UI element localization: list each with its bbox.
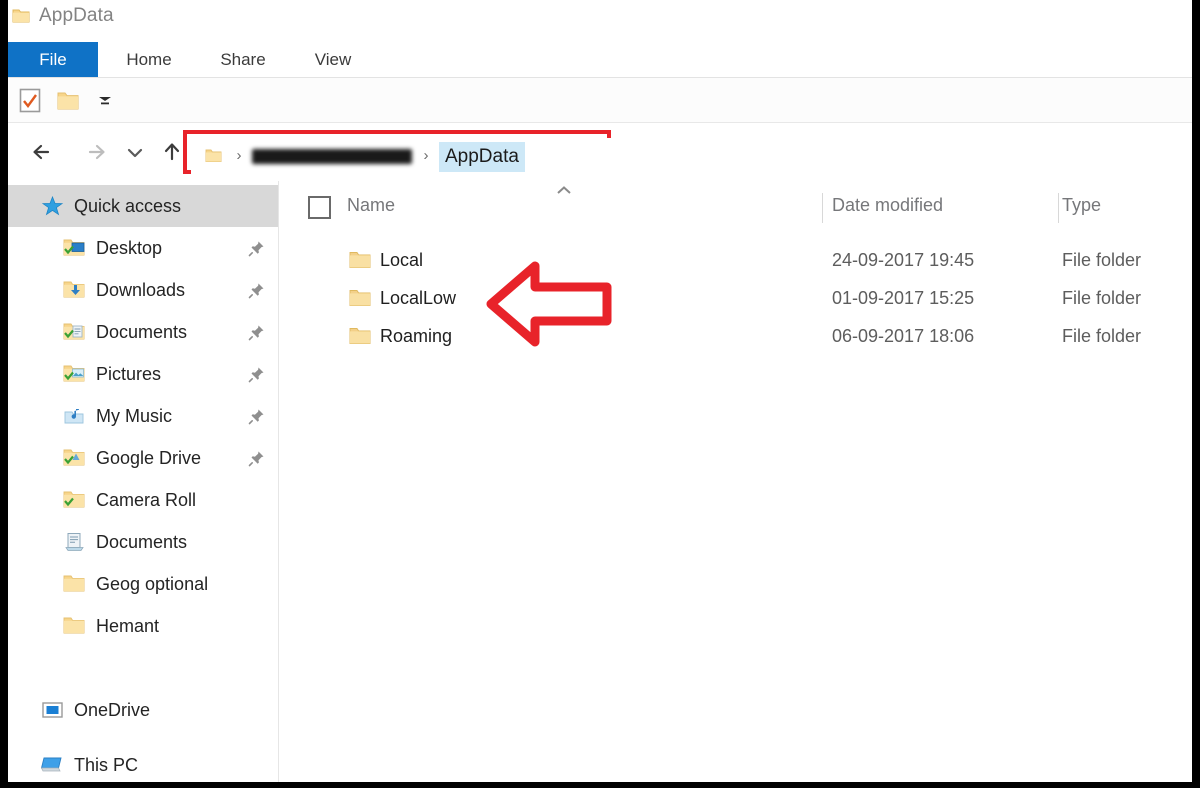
address-bar-annotation-rectangle: › › AppData [183,130,611,174]
pin-icon[interactable] [248,365,266,383]
sidebar-item-documents-library[interactable]: Documents [8,521,278,563]
music-folder-icon [63,405,86,427]
sidebar-item-label: This PC [74,755,139,775]
folder-icon [349,288,372,309]
sidebar-item-label: Google Drive [96,448,202,468]
documents-folder-icon [63,321,86,343]
file-date-modified: 24-09-2017 19:45 [832,250,975,270]
column-divider[interactable] [822,193,823,223]
downloads-folder-icon [63,279,86,301]
back-arrow-icon[interactable] [26,135,60,169]
this-pc-icon [40,754,64,776]
chevron-down-icon[interactable] [96,94,114,108]
pin-icon[interactable] [248,407,266,425]
sidebar-item-label: Camera Roll [96,490,197,510]
navigation-bar: › › AppData [8,123,1192,181]
sync-folder-icon [63,447,86,469]
desktop-folder-icon [63,237,86,259]
sidebar-item-this-pc[interactable]: This PC [8,744,278,782]
recent-locations-chevron-down-icon[interactable] [120,135,150,169]
pictures-folder-icon [63,363,86,385]
file-name: LocalLow [380,288,457,308]
sidebar-item-geog-optional[interactable]: Geog optional [8,563,278,605]
sidebar-item-label: Hemant [96,616,160,636]
sidebar-item-label: Documents [96,532,188,552]
sidebar-item-documents[interactable]: Documents [8,311,278,353]
select-all-checkbox[interactable] [308,196,331,219]
tab-view[interactable]: View [300,42,366,77]
pin-icon[interactable] [248,449,266,467]
table-row[interactable]: LocalLow 01-09-2017 15:25 File folder [279,279,1192,317]
column-header-type[interactable]: Type [1062,195,1101,216]
quick-access-toolbar [8,78,1192,123]
file-type: File folder [1062,288,1142,308]
folder-icon [63,615,86,637]
window-title: AppData [39,5,114,26]
sidebar-item-desktop[interactable]: Desktop [8,227,278,269]
pin-icon[interactable] [248,239,266,257]
sidebar-item-quick-access[interactable]: Quick access [8,185,278,227]
column-header-row: Name Date modified Type [279,181,1192,233]
pin-icon[interactable] [248,281,266,299]
sidebar-item-label: Documents [96,322,188,342]
breadcrumb-separator: › [236,147,242,164]
file-name: Local [380,250,424,270]
tab-share[interactable]: Share [208,42,278,77]
file-name: Roaming [380,326,453,346]
tab-file[interactable]: File [8,42,98,77]
address-bar[interactable]: › › AppData [191,138,611,174]
sidebar-item-hemant[interactable]: Hemant [8,605,278,647]
sidebar-item-label: Desktop [96,238,163,258]
forward-arrow-icon [80,135,114,169]
sidebar-item-label: Downloads [96,280,186,300]
star-icon [41,195,64,217]
folder-icon [12,8,30,24]
ribbon-tabs: File Home Share View [8,34,1192,78]
new-folder-icon[interactable] [56,90,80,112]
folder-icon [349,250,372,271]
column-header-date-modified[interactable]: Date modified [832,195,943,216]
breadcrumb-separator: › [423,147,429,164]
sidebar-item-my-music[interactable]: My Music [8,395,278,437]
sidebar-item-label: Quick access [74,196,182,216]
column-header-name[interactable]: Name [347,195,395,216]
library-icon [63,531,86,553]
file-date-modified: 01-09-2017 15:25 [832,288,975,308]
table-row[interactable]: Roaming 06-09-2017 18:06 File folder [279,317,1192,355]
breadcrumb-redacted-username[interactable] [252,149,412,164]
sidebar-item-label: Geog optional [96,574,209,594]
sidebar-item-downloads[interactable]: Downloads [8,269,278,311]
onedrive-icon [41,699,64,721]
column-divider[interactable] [1058,193,1059,223]
sidebar-item-camera-roll[interactable]: Camera Roll [8,479,278,521]
folder-icon [349,326,372,347]
sidebar-item-google-drive[interactable]: Google Drive [8,437,278,479]
folder-icon [63,573,86,595]
tab-home[interactable]: Home [114,42,184,77]
sidebar-item-label: Pictures [96,364,162,384]
sync-folder-icon [63,489,86,511]
file-type: File folder [1062,250,1142,270]
chevron-up-icon[interactable] [554,183,574,195]
folder-icon [205,147,222,164]
file-explorer-window: AppData File Home Share View › › AppData… [8,0,1192,782]
title-bar: AppData [8,0,1192,34]
sidebar-item-label: My Music [96,406,172,426]
file-date-modified: 06-09-2017 18:06 [832,326,975,346]
table-row[interactable]: Local 24-09-2017 19:45 File folder [279,241,1192,279]
file-list-pane: Name Date modified Type Local 24-09-2017… [279,181,1192,782]
properties-icon[interactable] [19,88,41,113]
pin-icon[interactable] [248,323,266,341]
sidebar-item-onedrive[interactable]: OneDrive [8,689,278,731]
navigation-pane: Quick access Desktop Downloads Documents… [8,181,279,782]
sidebar-item-pictures[interactable]: Pictures [8,353,278,395]
sidebar-item-label: OneDrive [74,700,151,720]
file-type: File folder [1062,326,1142,346]
breadcrumb-current-folder[interactable]: AppData [439,142,525,172]
